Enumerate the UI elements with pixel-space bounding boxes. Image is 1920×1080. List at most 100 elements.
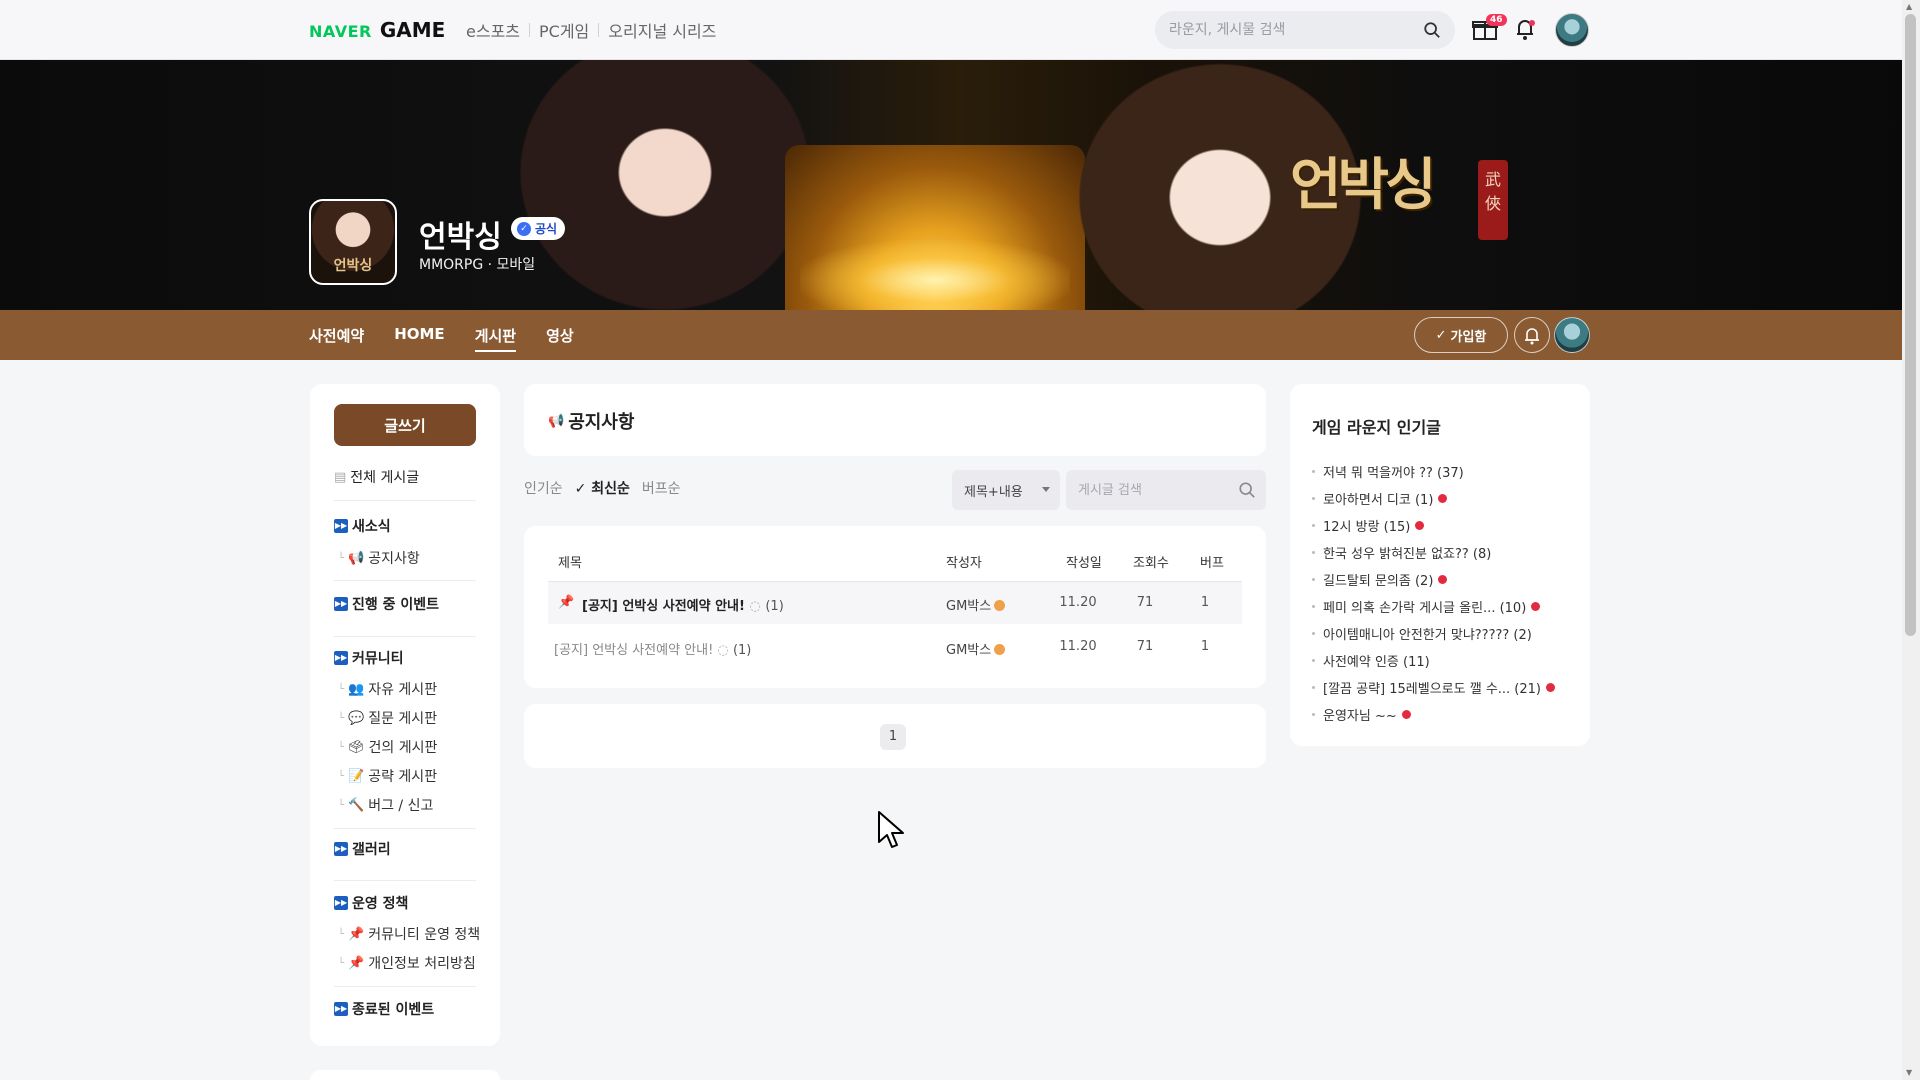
sidebar-section-label: 종료된 이벤트 — [352, 1002, 435, 1018]
official-badge: ✓ 공식 — [511, 217, 566, 240]
sidebar-section-community[interactable]: ▶▶ 커뮤니티 — [334, 648, 404, 668]
megaphone-icon: 📢 — [548, 413, 565, 429]
chevron-down-icon — [1042, 487, 1050, 492]
table-row[interactable]: [공지] 언박싱 사전예약 안내! ◌ (1) GM박스 11.20 71 1 — [548, 626, 1242, 668]
sort-latest-label: 최신순 — [591, 481, 630, 497]
popular-post-item[interactable]: 한국 성우 밝혀진분 없죠?? (8) — [1312, 543, 1491, 562]
post-title[interactable]: [공지] 언박싱 사전예약 안내! ◌ (1) — [582, 595, 784, 614]
hammer-icon: 🔨 — [348, 797, 365, 813]
sidebar-item-notice[interactable]: └ 📢 공지사항 — [338, 548, 420, 568]
popular-post-title: 로아하면서 디코 (1) — [1323, 493, 1434, 508]
comment-icon: ◌ — [749, 599, 761, 614]
column-header-views: 조회수 — [1133, 556, 1169, 571]
popular-post-item[interactable]: 로아하면서 디코 (1) — [1312, 489, 1448, 508]
board-sidebar: 글쓰기 ▤ 전체 게시글 ▶▶ 새소식 └ 📢 공지사항 ▶▶ 진행 중 이벤트… — [310, 384, 500, 1046]
search-icon[interactable] — [1423, 21, 1441, 39]
sidebar-item-privacy-policy[interactable]: └ 📌 개인정보 처리방침 — [338, 953, 476, 973]
global-search-input[interactable] — [1169, 11, 1409, 49]
nav-original-series[interactable]: 오리지널 시리즈 — [599, 18, 725, 42]
gm-badge-icon — [994, 644, 1006, 655]
popular-post-item[interactable]: 길드탈퇴 문의좀 (2) — [1312, 570, 1448, 589]
popular-post-item[interactable]: 페미 의혹 손가락 게시글 올린... (10) — [1312, 597, 1541, 616]
popular-post-title: 운영자님 ~~ — [1323, 709, 1397, 724]
top-nav: e스포츠 PC게임 오리지널 시리즈 — [457, 18, 725, 42]
tree-branch-icon: └ — [338, 957, 345, 969]
popular-post-item[interactable]: 12시 방랑 (15) — [1312, 516, 1425, 535]
naver-game-logo[interactable]: NAVER GAME — [309, 18, 445, 42]
sidebar-item-question-board[interactable]: └ 💬 질문 게시판 — [338, 708, 437, 728]
tree-branch-icon: └ — [338, 741, 345, 753]
lounge-profile-avatar[interactable] — [1554, 317, 1590, 353]
bullet-icon — [1312, 524, 1315, 527]
scrollbar-thumb[interactable] — [1905, 14, 1916, 636]
sidebar-item-free-board[interactable]: └ 👥 자유 게시판 — [338, 679, 437, 699]
post-buff: 1 — [1200, 595, 1210, 610]
sidebar-section-policy[interactable]: ▶▶ 운영 정책 — [334, 893, 408, 913]
sidebar-section-gallery[interactable]: ▶▶ 갤러리 — [334, 839, 391, 859]
sidebar-section-events[interactable]: ▶▶ 진행 중 이벤트 — [334, 594, 439, 614]
popular-post-item[interactable]: 아이템매니아 안전한거 맞냐????? (2) — [1312, 624, 1532, 643]
popular-post-title: 한국 성우 밝혀진분 없죠?? (8) — [1323, 547, 1492, 562]
nav-esports[interactable]: e스포츠 — [457, 18, 529, 42]
joined-button[interactable]: ✓ 가입함 — [1414, 317, 1508, 353]
comment-count: (1) — [732, 643, 752, 658]
tab-preregister[interactable]: 사전예약 — [309, 325, 364, 352]
sort-popular[interactable]: 인기순 — [524, 478, 563, 498]
popular-post-item[interactable]: 사전예약 인증 (11) — [1312, 651, 1430, 670]
post-date: 11.20 — [1059, 639, 1097, 654]
game-thumbnail[interactable]: 언박싱 — [309, 199, 397, 285]
pin-icon: 📌 — [348, 955, 365, 971]
post-date: 11.20 — [1059, 595, 1097, 610]
scroll-down-icon[interactable]: ▼ — [1906, 1068, 1912, 1077]
post-title[interactable]: [공지] 언박싱 사전예약 안내! ◌ (1) — [554, 639, 751, 658]
post-views: 71 — [1136, 639, 1154, 654]
popular-post-item[interactable]: [깔끔 공략] 15레벨으로도 깰 수... (21) — [1312, 678, 1555, 697]
new-post-icon — [1401, 710, 1411, 719]
game-thumbnail-text: 언박싱 — [333, 258, 373, 274]
banner-character-left — [520, 60, 810, 310]
scroll-up-icon[interactable]: ▲ — [1906, 2, 1912, 11]
game-genre: MMORPG · 모바일 — [419, 257, 536, 273]
author-name: GM박스 — [946, 599, 992, 614]
sidebar-item-bug-report[interactable]: └ 🔨 버그 / 신고 — [338, 795, 433, 815]
table-row[interactable]: 📌 [공지] 언박싱 사전예약 안내! ◌ (1) GM박스 11.20 71 … — [548, 582, 1242, 624]
page-button[interactable]: 1 — [880, 724, 906, 750]
section-icon: ▶▶ — [334, 519, 348, 533]
popular-post-title: 길드탈퇴 문의좀 (2) — [1323, 574, 1434, 589]
popular-post-item[interactable]: 저녁 뭐 먹을꺼야 ?? (37) — [1312, 462, 1464, 481]
tab-home[interactable]: HOME — [394, 325, 444, 352]
write-button[interactable]: 글쓰기 — [334, 404, 476, 446]
nav-pc-game[interactable]: PC게임 — [530, 18, 598, 42]
board-search-input[interactable] — [1078, 470, 1228, 510]
sidebar-item-label: 자유 게시판 — [368, 682, 438, 698]
sort-latest[interactable]: ✓ 최신순 — [575, 478, 630, 498]
user-avatar[interactable] — [1555, 13, 1589, 47]
sidebar-section-news[interactable]: ▶▶ 새소식 — [334, 516, 391, 536]
divider — [334, 636, 476, 637]
sidebar-item-suggestion-board[interactable]: └ 🗳 건의 게시판 — [338, 737, 437, 757]
official-label: 공식 — [535, 222, 558, 236]
top-bar: NAVER GAME e스포츠 PC게임 오리지널 시리즈 46 — [0, 0, 1920, 60]
search-scope-select[interactable]: 제목+내용 — [952, 470, 1060, 510]
tab-video[interactable]: 영상 — [546, 325, 574, 352]
sidebar-item-all-posts[interactable]: ▤ 전체 게시글 — [334, 467, 419, 487]
game-banner: 언박싱 武俠 — [0, 60, 1920, 310]
gift-count-badge: 46 — [1486, 14, 1507, 26]
sidebar-section-ended-events[interactable]: ▶▶ 종료된 이벤트 — [334, 999, 434, 1019]
global-search — [1155, 11, 1455, 49]
tab-board[interactable]: 게시판 — [474, 325, 517, 352]
sort-buff[interactable]: 버프순 — [642, 478, 681, 498]
bullet-icon — [1312, 713, 1315, 716]
lounge-alarm-button[interactable] — [1514, 317, 1550, 353]
post-author[interactable]: GM박스 — [946, 639, 1006, 658]
check-icon: ✓ — [517, 221, 531, 236]
bell-icon[interactable] — [1510, 14, 1540, 44]
tree-branch-icon: └ — [338, 712, 345, 724]
popular-post-item[interactable]: 운영자님 ~~ — [1312, 705, 1411, 724]
sidebar-item-community-policy[interactable]: └ 📌 커뮤니티 운영 정책 — [338, 924, 480, 944]
divider — [334, 500, 476, 501]
post-author[interactable]: GM박스 — [946, 595, 1006, 614]
sidebar-item-label: 전체 게시글 — [350, 470, 420, 486]
search-icon[interactable] — [1238, 481, 1256, 499]
sidebar-item-guide-board[interactable]: └ 📝 공략 게시판 — [338, 766, 437, 786]
